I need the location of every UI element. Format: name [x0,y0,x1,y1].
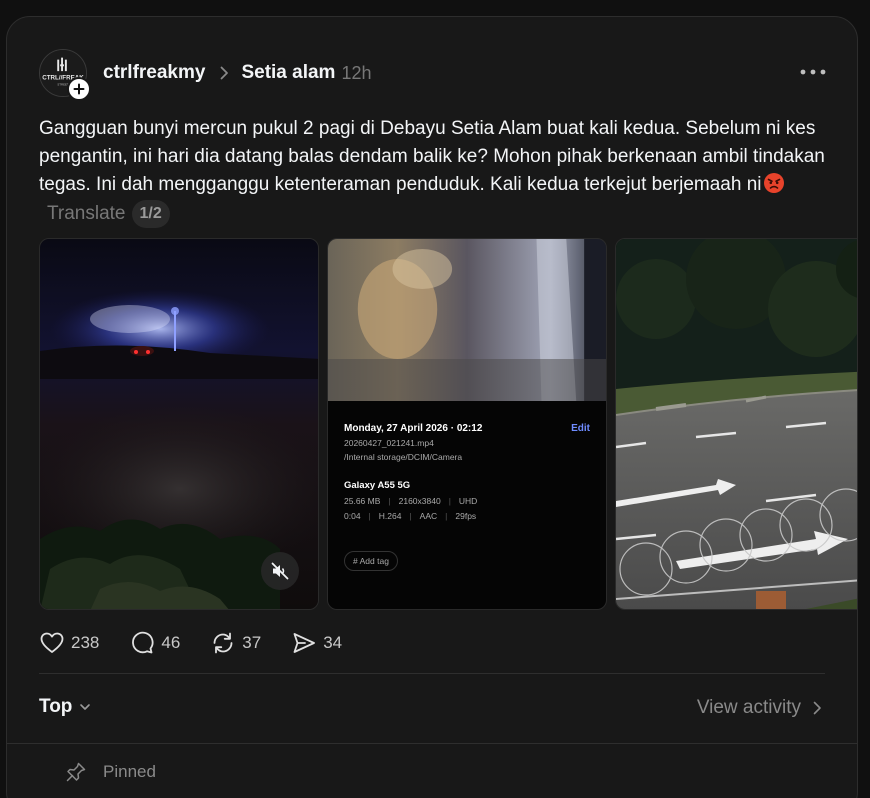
post-actions: 238 46 37 34 [39,629,372,657]
sort-dropdown[interactable]: Top [39,696,92,718]
post-header: ctrlfreakmy Setia alam 12h [103,60,372,86]
video-date: Monday, 27 April 2026 · 02:12 [344,423,483,434]
plus-icon [73,83,85,95]
view-activity-link[interactable]: View activity [697,697,825,719]
pinned-indicator: Pinned [65,761,156,783]
separator: | [388,496,391,506]
share-icon [293,633,316,653]
heart-icon [40,632,64,653]
chevron-right-icon [813,701,821,715]
screenshot-thumbnail [328,239,606,401]
video-details: Monday, 27 April 2026 · 02:12 Edit 20260… [344,423,590,571]
post-card: CTRL//FREAK STREET ctrlfreakmy Setia ala… [6,16,858,798]
video-filename: 20260427_021241.mp4 [344,438,434,448]
duration: 0:04 [344,511,361,521]
chevron-right-icon [221,66,229,80]
like-count: 238 [71,633,100,652]
post-text: Gangguan bunyi mercun pukul 2 pagi di De… [39,118,825,196]
mute-button[interactable] [261,552,299,590]
video-night-scene[interactable] [39,238,319,610]
image-video-details-screenshot[interactable]: Monday, 27 April 2026 · 02:12 Edit 20260… [327,238,607,610]
mute-icon [271,562,289,580]
file-size: 25.66 MB [344,496,381,506]
video-meta-row-2: 0:04 | H.264 | AAC | 29fps [344,511,590,521]
pin-icon [66,762,86,782]
post-body: Gangguan bunyi mercun pukul 2 pagi di De… [39,115,829,228]
follow-button[interactable] [67,77,91,101]
divider [39,673,825,674]
share-button[interactable]: 34 [291,630,342,656]
separator: | [409,511,412,521]
comment-count: 46 [161,633,181,652]
quality: UHD [458,496,478,506]
author-username[interactable]: ctrlfreakmy [103,62,205,84]
post-timestamp[interactable]: 12h [341,63,371,84]
comment-button[interactable]: 46 [129,630,180,656]
like-button[interactable]: 238 [39,630,99,656]
pinned-label: Pinned [103,762,156,781]
frame-rate: 29fps [455,511,477,521]
codec: H.264 [378,511,402,521]
sort-label: Top [39,696,73,717]
community-name[interactable]: Setia alam [241,62,335,84]
device-name: Galaxy A55 5G [344,480,411,491]
separator: | [448,496,451,506]
repost-count: 37 [242,633,262,652]
audio-codec: AAC [419,511,438,521]
add-tag-chip: # Add tag [344,551,398,571]
divider [7,743,857,744]
road-scene-image [616,239,857,609]
separator: | [445,511,448,521]
chevron-down-icon [80,704,91,710]
translate-link[interactable]: Translate [47,203,126,224]
media-carousel[interactable]: Monday, 27 April 2026 · 02:12 Edit 20260… [39,238,857,610]
more-options-button[interactable] [799,63,827,81]
view-activity-label: View activity [696,697,801,718]
more-icon [800,69,826,75]
image-road-scene[interactable] [615,238,857,610]
repost-icon [213,632,233,654]
comment-icon [132,631,154,654]
resolution: 2160x3840 [398,496,441,506]
edit-link: Edit [571,423,590,434]
video-meta-row-1: 25.66 MB | 2160x3840 | UHD [344,496,590,506]
media-page-indicator: 1/2 [131,199,170,228]
video-path: /Internal storage/DCIM/Camera [344,452,463,462]
separator: | [368,511,371,521]
repost-button[interactable]: 37 [210,630,261,656]
share-count: 34 [323,633,343,652]
angry-face-emoji [763,173,784,194]
